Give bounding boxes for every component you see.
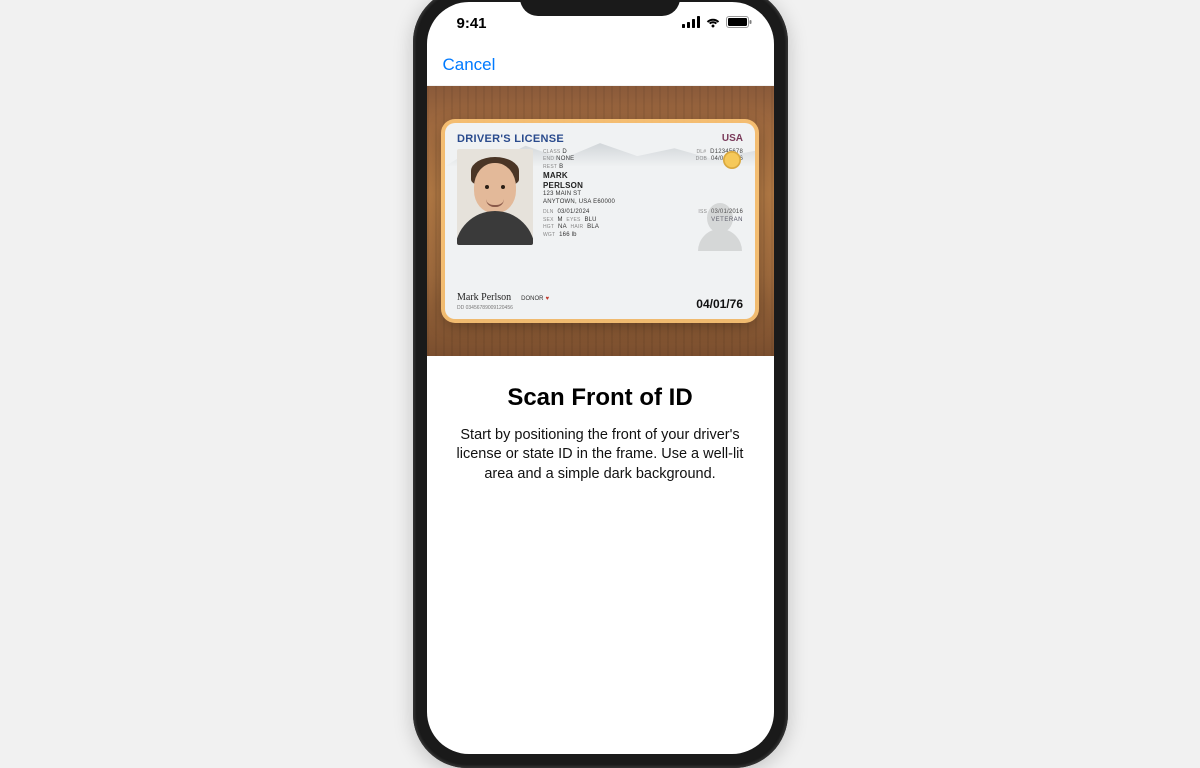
id-dd: 03456789009120456 [466,305,513,311]
wifi-icon [705,15,721,32]
heart-icon: ♥ [546,296,550,302]
cellular-icon [682,15,700,32]
phone-notch [520,0,680,16]
instructions-body: Start by positioning the front of your d… [455,426,746,485]
id-donor: DONOR♥ [521,296,549,302]
id-address1: 123 MAIN ST [543,191,615,199]
nav-bar: Cancel [427,46,774,86]
id-address2: ANYTOWN, USA E60000 [543,199,615,207]
phone-frame: 9:41 Cancel DRIVER'S LICENS [413,0,788,768]
phone-screen: 9:41 Cancel DRIVER'S LICENS [427,2,774,754]
id-title: DRIVER'S LICENSE [457,133,564,145]
instructions-title: Scan Front of ID [455,384,746,412]
id-big-date: 04/01/76 [696,297,743,311]
id-firstname: MARK [543,171,615,181]
id-ghost-photo [699,197,741,251]
id-country: USA [722,133,743,144]
status-indicators [682,15,752,32]
id-card-preview: DRIVER'S LICENSE USA CLASSD ENDNONE REST… [445,123,755,319]
instructions-panel: Scan Front of ID Start by positioning th… [427,356,774,485]
cancel-button[interactable]: Cancel [443,55,496,75]
real-id-star-icon [723,151,741,169]
status-time: 9:41 [457,15,487,32]
battery-icon [726,15,752,32]
id-signature: Mark Perlson [457,292,511,303]
id-photo [457,149,533,245]
camera-viewfinder[interactable]: DRIVER'S LICENSE USA CLASSD ENDNONE REST… [427,86,774,356]
id-lastname: PERLSON [543,181,615,191]
